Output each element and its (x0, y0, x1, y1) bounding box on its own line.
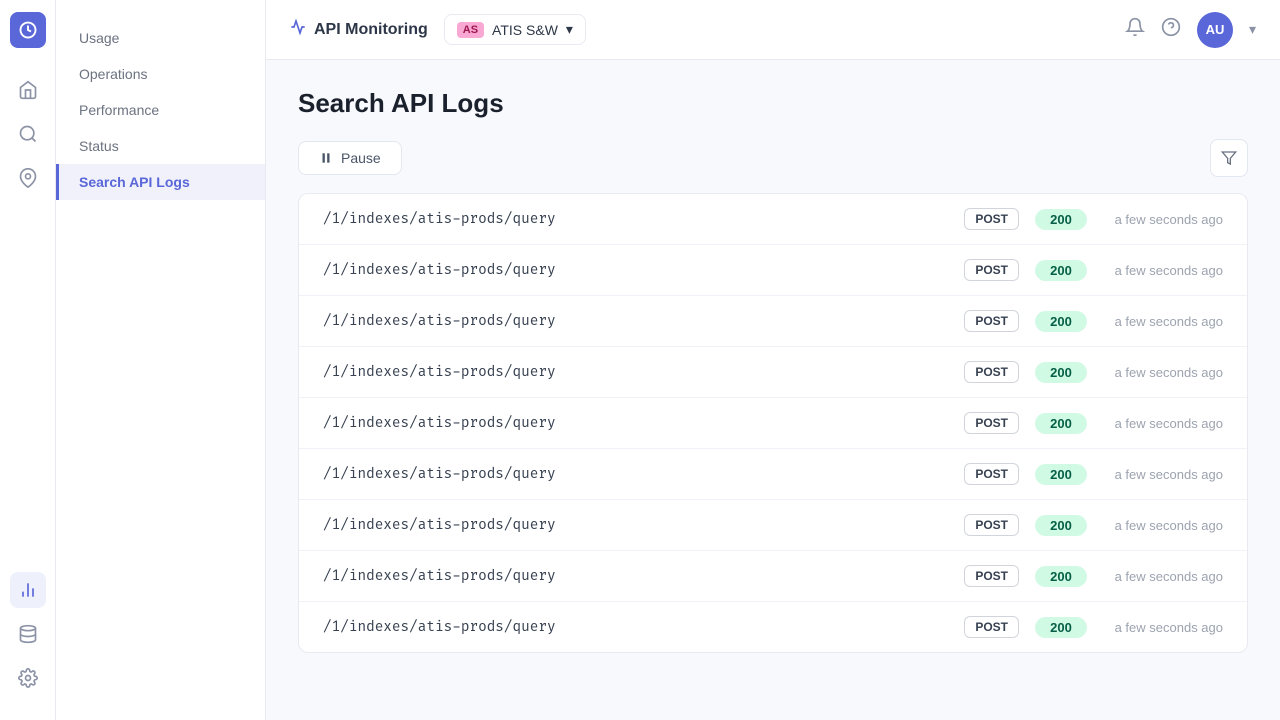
log-row[interactable]: /1/indexes/atis-prods/query POST 200 a f… (299, 296, 1247, 347)
log-path: /1/indexes/atis-prods/query (323, 415, 948, 432)
chart-icon[interactable] (10, 572, 46, 608)
status-badge: 200 (1035, 617, 1087, 638)
home-icon[interactable] (10, 72, 46, 108)
help-icon[interactable] (1161, 17, 1181, 42)
toolbar: Pause (298, 139, 1248, 177)
pause-button[interactable]: Pause (298, 141, 402, 175)
method-badge: POST (964, 463, 1019, 485)
user-menu-chevron-icon[interactable]: ▾ (1249, 21, 1256, 38)
page-title: Search API Logs (298, 88, 1248, 119)
icon-rail (0, 0, 56, 720)
method-badge: POST (964, 310, 1019, 332)
log-row[interactable]: /1/indexes/atis-prods/query POST 200 a f… (299, 245, 1247, 296)
log-row[interactable]: /1/indexes/atis-prods/query POST 200 a f… (299, 347, 1247, 398)
log-timestamp: a few seconds ago (1103, 518, 1223, 533)
database-icon[interactable] (10, 616, 46, 652)
method-badge: POST (964, 514, 1019, 536)
log-row[interactable]: /1/indexes/atis-prods/query POST 200 a f… (299, 449, 1247, 500)
app-selector[interactable]: AS ATIS S&W ▾ (444, 14, 586, 45)
notification-bell-icon[interactable] (1125, 17, 1145, 42)
log-timestamp: a few seconds ago (1103, 620, 1223, 635)
sidebar-item-search-api-logs[interactable]: Search API Logs (56, 164, 265, 200)
log-timestamp: a few seconds ago (1103, 212, 1223, 227)
status-badge: 200 (1035, 413, 1087, 434)
log-timestamp: a few seconds ago (1103, 263, 1223, 278)
status-badge: 200 (1035, 260, 1087, 281)
status-badge: 200 (1035, 515, 1087, 536)
method-badge: POST (964, 208, 1019, 230)
sidebar-item-status[interactable]: Status (56, 128, 265, 164)
app-badge: AS (457, 22, 484, 38)
log-timestamp: a few seconds ago (1103, 416, 1223, 431)
method-badge: POST (964, 565, 1019, 587)
method-badge: POST (964, 361, 1019, 383)
log-path: /1/indexes/atis-prods/query (323, 262, 948, 279)
log-path: /1/indexes/atis-prods/query (323, 211, 948, 228)
logs-container: /1/indexes/atis-prods/query POST 200 a f… (298, 193, 1248, 653)
header-left: API Monitoring AS ATIS S&W ▾ (290, 14, 586, 45)
method-badge: POST (964, 259, 1019, 281)
method-badge: POST (964, 412, 1019, 434)
log-path: /1/indexes/atis-prods/query (323, 313, 948, 330)
search-nav-icon[interactable] (10, 116, 46, 152)
header-title: API Monitoring (290, 19, 428, 40)
method-badge: POST (964, 616, 1019, 638)
log-path: /1/indexes/atis-prods/query (323, 619, 948, 636)
status-badge: 200 (1035, 311, 1087, 332)
log-row[interactable]: /1/indexes/atis-prods/query POST 200 a f… (299, 602, 1247, 652)
status-badge: 200 (1035, 362, 1087, 383)
status-badge: 200 (1035, 464, 1087, 485)
log-path: /1/indexes/atis-prods/query (323, 466, 948, 483)
content-area: Search API Logs Pause /1/indexes/atis-pr… (266, 60, 1280, 720)
status-badge: 200 (1035, 566, 1087, 587)
pin-icon[interactable] (10, 160, 46, 196)
sidebar-nav: Usage Operations Performance Status Sear… (56, 20, 265, 200)
log-row[interactable]: /1/indexes/atis-prods/query POST 200 a f… (299, 500, 1247, 551)
top-header: API Monitoring AS ATIS S&W ▾ (266, 0, 1280, 60)
settings-icon[interactable] (10, 660, 46, 696)
filter-button[interactable] (1210, 139, 1248, 177)
monitoring-icon (290, 19, 306, 40)
log-row[interactable]: /1/indexes/atis-prods/query POST 200 a f… (299, 194, 1247, 245)
filter-icon (1221, 150, 1237, 166)
sidebar-item-operations[interactable]: Operations (56, 56, 265, 92)
pause-icon (319, 151, 333, 165)
log-timestamp: a few seconds ago (1103, 314, 1223, 329)
sidebar-item-performance[interactable]: Performance (56, 92, 265, 128)
log-path: /1/indexes/atis-prods/query (323, 517, 948, 534)
main-content: API Monitoring AS ATIS S&W ▾ (266, 0, 1280, 720)
avatar[interactable]: AU (1197, 12, 1233, 48)
status-badge: 200 (1035, 209, 1087, 230)
log-path: /1/indexes/atis-prods/query (323, 364, 948, 381)
log-path: /1/indexes/atis-prods/query (323, 568, 948, 585)
log-row[interactable]: /1/indexes/atis-prods/query POST 200 a f… (299, 398, 1247, 449)
log-timestamp: a few seconds ago (1103, 365, 1223, 380)
log-timestamp: a few seconds ago (1103, 467, 1223, 482)
pause-label: Pause (341, 150, 381, 166)
log-row[interactable]: /1/indexes/atis-prods/query POST 200 a f… (299, 551, 1247, 602)
header-right: AU ▾ (1125, 12, 1256, 48)
app-logo-icon[interactable] (10, 12, 46, 48)
sidebar: Usage Operations Performance Status Sear… (56, 0, 266, 720)
sidebar-item-usage[interactable]: Usage (56, 20, 265, 56)
app-name: ATIS S&W (492, 22, 558, 38)
log-timestamp: a few seconds ago (1103, 569, 1223, 584)
app-title: API Monitoring (314, 21, 428, 39)
app-selector-chevron: ▾ (566, 21, 573, 38)
